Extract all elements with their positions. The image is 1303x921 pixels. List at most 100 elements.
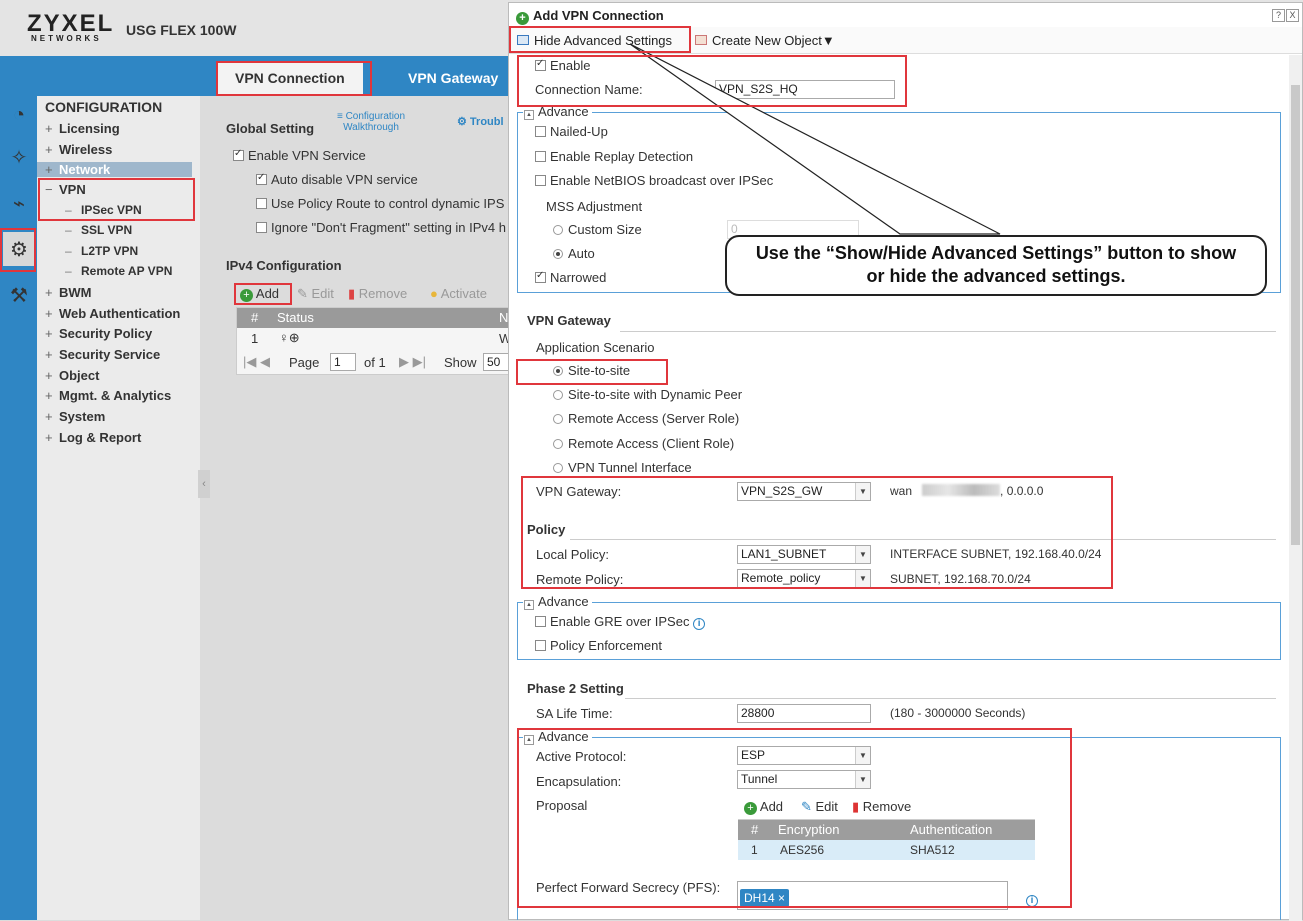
help-button[interactable]: ? (1272, 9, 1285, 22)
nav-label: Mgmt. & Analytics (59, 388, 172, 403)
scenario-dynamic-peer-radio[interactable]: Site-to-site with Dynamic Peer (553, 387, 742, 402)
info-icon[interactable]: i (693, 618, 706, 630)
nav-item-security-service[interactable]: + Security Service (45, 347, 160, 362)
nav-item-mgmt-analytics[interactable]: + Mgmt. & Analytics (45, 388, 171, 403)
maintenance-tools-icon[interactable]: ⚒ (3, 278, 35, 312)
global-setting-heading: Global Setting (226, 121, 315, 136)
nav-item-web-authentication[interactable]: + Web Authentication (45, 306, 180, 321)
tab-vpn-gateway[interactable]: VPN Gateway (390, 62, 516, 94)
nav-item-bwm[interactable]: + BWM (45, 285, 92, 300)
ignore-df-checkbox[interactable]: Ignore "Don't Fragment" setting in IPv4 … (256, 220, 506, 235)
dialog-title: + Add VPN Connection (516, 8, 664, 25)
tree-dash-icon: – (65, 244, 72, 258)
col-status: Status (277, 310, 314, 325)
highlight-gateway-policy (521, 476, 1113, 589)
checkbox-label: Enable VPN Service (248, 148, 366, 163)
remove-button[interactable]: ▮ Remove (348, 286, 407, 302)
auto-disable-checkbox[interactable]: Auto disable VPN service (256, 172, 418, 187)
troubleshoot-link[interactable]: ⚙ Troubl (457, 115, 504, 128)
radio-label: Remote Access (Client Role) (568, 436, 735, 451)
radio-icon (553, 390, 563, 400)
activate-button[interactable]: ● Activate (430, 286, 487, 301)
wizard-wand-icon[interactable]: ✧ (3, 140, 35, 174)
callout-line1: Use the “Show/Hide Advanced Settings” bu… (755, 243, 1237, 263)
annotation-callout: Use the “Show/Hide Advanced Settings” bu… (725, 235, 1267, 296)
side-icon-strip: ◔ ✧ ⌁ ⚙ ⚒ (0, 96, 37, 920)
gre-over-ipsec-checkbox[interactable]: Enable GRE over IPSec i (535, 614, 706, 630)
radio-icon (553, 249, 563, 259)
nav-label: Security Service (59, 347, 161, 362)
nav-sub-ssl-vpn[interactable]: – SSL VPN (65, 223, 132, 237)
highlight-enable-name (517, 55, 907, 107)
expand-icon: + (45, 409, 53, 424)
troubleshoot-label: Troubl (469, 116, 504, 128)
enable-vpn-service-checkbox[interactable]: Enable VPN Service (233, 148, 366, 163)
scenario-server-role-radio[interactable]: Remote Access (Server Role) (553, 411, 739, 426)
collapse-nav-handle[interactable]: ‹ (198, 470, 210, 498)
advance-toggle-policy[interactable]: ▲ Advance (523, 594, 592, 610)
tab-label: VPN Gateway (408, 70, 499, 86)
scenario-client-role-radio[interactable]: Remote Access (Client Role) (553, 436, 734, 451)
checkbox-icon (256, 198, 267, 209)
close-button[interactable]: X (1286, 9, 1299, 22)
checkbox-icon (233, 148, 244, 161)
expand-icon: + (45, 368, 53, 383)
radio-icon (553, 439, 563, 449)
expand-icon: + (45, 326, 53, 341)
tree-dash-icon: – (65, 264, 72, 278)
nav-item-system[interactable]: + System (45, 409, 105, 424)
section-divider (625, 698, 1276, 699)
expand-icon: + (45, 121, 53, 136)
nav-item-log-report[interactable]: + Log & Report (45, 430, 141, 445)
gear-icon: ⚙ (457, 116, 470, 128)
nav-sub-l2tp-vpn[interactable]: – L2TP VPN (65, 244, 138, 258)
dashboard-gauge-icon[interactable]: ◔ (3, 98, 35, 132)
pager-label: Page (289, 355, 320, 370)
policy-route-checkbox[interactable]: Use Policy Route to control dynamic IPS (256, 196, 504, 211)
scroll-thumb[interactable] (1291, 85, 1300, 545)
expand-icon: + (45, 285, 53, 300)
page-size-select[interactable]: 50 (483, 353, 511, 371)
pager-of: of 1 (364, 355, 386, 370)
pager-next-last-icon[interactable]: ▶ ▶| (399, 354, 426, 370)
button-label: Remove (358, 286, 408, 301)
checkbox-label: Use Policy Route to control dynamic IPS (271, 196, 505, 211)
sa-lifetime-input[interactable]: 28800 (737, 704, 871, 723)
edit-button[interactable]: ✎ Edit (297, 286, 334, 302)
dialog-title-text: Add VPN Connection (533, 8, 664, 23)
expand-icon: + (45, 306, 53, 321)
nav-label: System (59, 409, 106, 424)
checkbox-label: Narrowed (550, 270, 607, 285)
callout-line2: or hide the advanced settings. (866, 266, 1126, 286)
nav-item-network[interactable]: + Network (37, 162, 192, 177)
checkbox-label: Enable GRE over IPSec (550, 614, 690, 629)
nav-item-security-policy[interactable]: + Security Policy (45, 326, 152, 341)
nav-sub-remote-ap-vpn[interactable]: – Remote AP VPN (65, 264, 172, 278)
button-label: Edit (311, 286, 334, 301)
status-bulb-icon: ♀⊕ (279, 330, 300, 345)
expand-icon: + (45, 388, 53, 403)
pager-first-prev-icon[interactable]: |◀ ◀ (243, 354, 270, 370)
page-input[interactable]: 1 (330, 353, 356, 371)
nav-item-wireless[interactable]: + Wireless (45, 142, 112, 157)
checkbox-label: Policy Enforcement (550, 638, 662, 653)
checkbox-icon (535, 640, 546, 651)
highlight-phase2-advance (517, 728, 1072, 908)
monitor-pulse-icon[interactable]: ⌁ (3, 186, 35, 220)
policy-enforcement-checkbox[interactable]: Policy Enforcement (535, 638, 662, 653)
expand-icon: + (45, 162, 53, 177)
advance-label: Advance (538, 594, 589, 609)
nav-item-object[interactable]: + Object (45, 368, 99, 383)
expand-icon: + (45, 430, 53, 445)
add-circle-icon: + (516, 12, 529, 25)
narrowed-checkbox[interactable]: Narrowed (535, 270, 606, 285)
config-walkthrough-link[interactable]: ≡ Configuration Walkthrough (326, 111, 416, 133)
bulb-icon: ● (430, 286, 441, 301)
scenario-tunnel-interface-radio[interactable]: VPN Tunnel Interface (553, 460, 692, 475)
highlight-hide-advanced (509, 26, 691, 53)
radio-label: VPN Tunnel Interface (568, 460, 692, 475)
dialog-scrollbar[interactable] (1289, 55, 1302, 921)
brand-subtitle: NETWORKS (31, 34, 102, 43)
nav-item-licensing[interactable]: + Licensing (45, 121, 120, 136)
nav-label: Network (59, 162, 111, 177)
